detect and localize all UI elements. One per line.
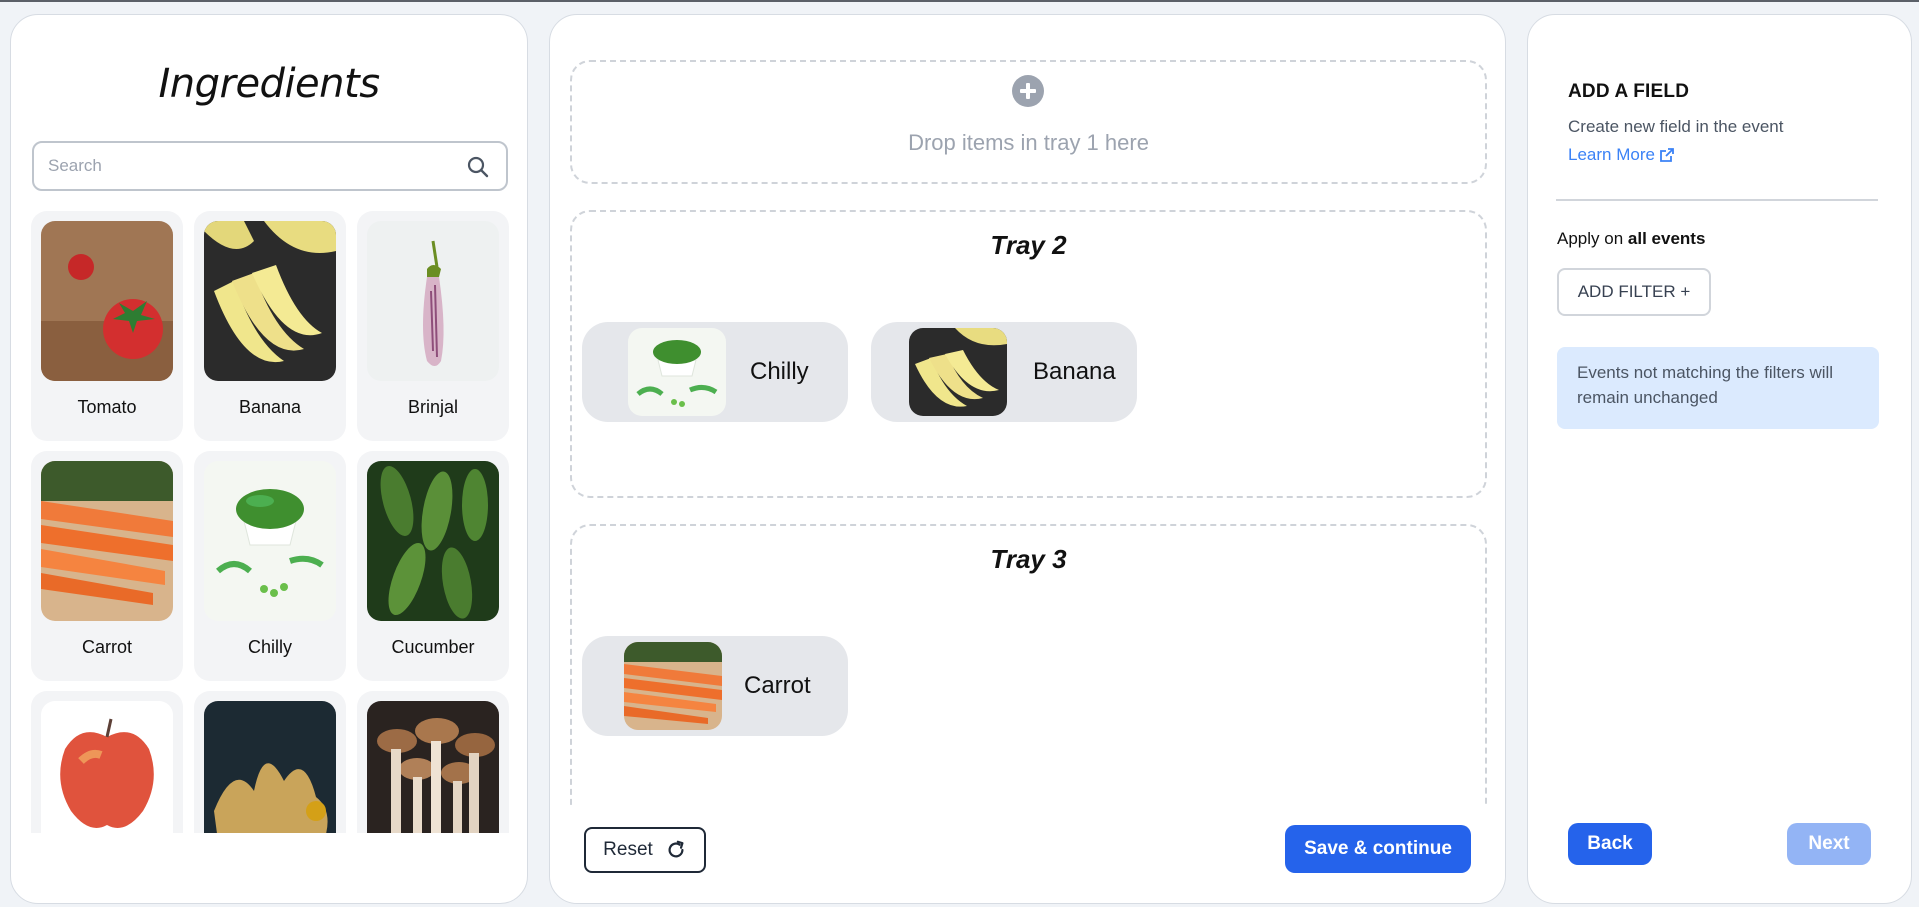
search-box[interactable]: [32, 141, 508, 191]
ingredient-card-mushroom[interactable]: [357, 691, 509, 833]
search-icon[interactable]: [466, 155, 490, 179]
ingredient-card-brinjal[interactable]: Brinjal: [357, 211, 509, 441]
ingredient-card-banana[interactable]: Banana: [194, 211, 346, 441]
learn-more-label: Learn More: [1568, 145, 1655, 164]
tray-item-chilly[interactable]: Chilly: [582, 322, 848, 422]
search-input[interactable]: [48, 143, 448, 189]
add-field-description: Create new field in the event: [1568, 117, 1784, 136]
ingredient-card-chilly[interactable]: Chilly: [194, 451, 346, 681]
ingredient-grid: Tomato Banana Brinjal Carrot Chilly Cucu…: [31, 211, 517, 833]
apply-on-text: Apply on all events: [1557, 229, 1705, 249]
banana-image: [204, 221, 336, 381]
tray-3-title: Tray 3: [990, 544, 1067, 574]
ingredient-label: Carrot: [81, 637, 132, 657]
brinjal-image: [367, 221, 499, 381]
ingredient-label: Chilly: [247, 637, 292, 657]
cucumber-image: [367, 461, 499, 621]
mushroom-image: [367, 701, 499, 833]
tray-item-label: Banana: [1033, 358, 1116, 385]
apply-prefix: Apply on: [1557, 229, 1624, 248]
ingredients-panel: Ingredients Tomato: [10, 14, 528, 904]
tomato-image: [41, 221, 173, 381]
carrot-image: [41, 461, 173, 621]
apply-target: all events: [1627, 229, 1706, 248]
ginger-image: [204, 701, 336, 833]
ingredient-label: Banana: [238, 397, 302, 417]
next-button[interactable]: Next: [1787, 823, 1871, 865]
reset-button[interactable]: Reset: [584, 827, 706, 873]
tray-item-label: Carrot: [744, 672, 811, 699]
ingredient-card-ginger[interactable]: [194, 691, 346, 833]
add-filter-button[interactable]: ADD FILTER +: [1557, 268, 1711, 316]
ingredient-label: Brinjal: [407, 397, 459, 417]
add-field-title: ADD A FIELD: [1568, 81, 1690, 102]
tray-2[interactable]: Tray 2 Chilly Banana: [570, 210, 1487, 498]
refresh-icon: [668, 840, 684, 858]
save-continue-button[interactable]: Save & continue: [1285, 825, 1471, 873]
ingredient-label: Cucumber: [391, 637, 475, 657]
ingredient-card-carrot[interactable]: Carrot: [31, 451, 183, 681]
back-button[interactable]: Back: [1568, 823, 1652, 865]
chilly-image: [204, 461, 336, 621]
actions-footer: Reset Save & continue: [550, 807, 1505, 903]
reset-label: Reset: [603, 839, 653, 860]
carrot-image: [624, 642, 722, 730]
filter-info-box: Events not matching the filters will rem…: [1557, 347, 1879, 429]
chilly-image: [628, 328, 726, 416]
tray-2-title: Tray 2: [990, 230, 1067, 260]
tray-item-banana[interactable]: Banana: [871, 322, 1137, 422]
ingredient-card-tomato[interactable]: Tomato: [31, 211, 183, 441]
tray-1-dropzone[interactable]: Drop items in tray 1 here: [570, 60, 1487, 184]
tray-3[interactable]: Tray 3 Carrot: [570, 524, 1487, 814]
apple-image: [41, 701, 173, 833]
learn-more-link[interactable]: Learn More: [1568, 145, 1675, 165]
tray-item-label: Chilly: [750, 358, 809, 385]
ingredients-title: Ingredients: [158, 61, 380, 107]
plus-circle-icon: [1012, 75, 1044, 107]
ingredient-card-cucumber[interactable]: Cucumber: [357, 451, 509, 681]
banana-image: [909, 328, 1007, 416]
ingredient-card-apple[interactable]: [31, 691, 183, 833]
ingredient-label: Tomato: [77, 397, 137, 417]
tray-item-carrot[interactable]: Carrot: [582, 636, 848, 736]
trays-panel: Drop items in tray 1 here Tray 2 Chilly: [549, 14, 1506, 904]
tray-1-drop-text: Drop items in tray 1 here: [908, 130, 1149, 155]
divider: [1556, 199, 1878, 201]
external-link-icon: [1660, 148, 1674, 162]
add-field-panel: ADD A FIELD Create new field in the even…: [1527, 14, 1912, 904]
